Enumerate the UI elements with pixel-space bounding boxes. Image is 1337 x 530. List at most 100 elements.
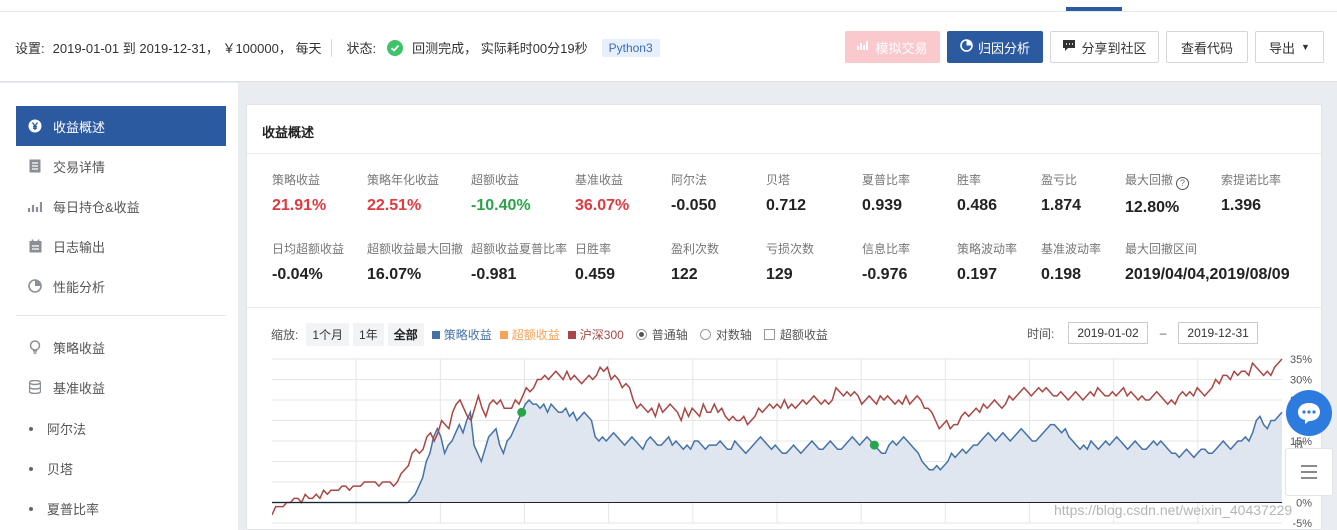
watermark-text: https://blog.csdn.net/weixin_40437229: [1054, 502, 1293, 518]
stat-label: 策略收益: [272, 173, 321, 187]
top-bar: 设置: 2019-01-01 到 2019-12-31， ￥100000， 每天…: [0, 0, 1337, 82]
sidebar-divider: [16, 315, 226, 316]
log-axis-radio[interactable]: [699, 329, 711, 340]
stat-value: 0.712: [766, 197, 807, 214]
stat-benchmark-return: 基准收益 36.07%: [575, 171, 629, 215]
sidebar-item-benchmark-return[interactable]: 基准收益: [16, 367, 226, 407]
sidebar-item-daily-positions[interactable]: 每日持仓&收益: [16, 186, 226, 226]
sidebar-item-strategy-return[interactable]: 策略收益: [16, 327, 226, 367]
excess-return-checkbox[interactable]: [763, 329, 775, 340]
sidebar-subitem-sharpe[interactable]: 夏普比率: [29, 499, 99, 518]
settings-label: 设置:: [15, 41, 45, 56]
end-date-input[interactable]: 2019-12-31: [1178, 322, 1258, 344]
bullet-icon: [29, 466, 33, 471]
simulate-trading-button[interactable]: 模拟交易: [845, 31, 940, 63]
stat-label: 超额收益夏普比率: [471, 242, 568, 256]
stat-value: 129: [766, 266, 793, 283]
list-menu-float-button[interactable]: [1285, 448, 1333, 496]
sidebar-item-label: 交易详情: [53, 159, 106, 175]
sidebar-item-trade-details[interactable]: 交易详情: [16, 146, 226, 186]
drawdown-marker: [869, 440, 879, 450]
stat-beta: 贝塔 0.712: [766, 171, 806, 215]
stat-strategy-volatility: 策略波动率 0.197: [957, 240, 1017, 284]
stat-label: 最大回撤区间: [1125, 242, 1198, 256]
stat-sharpe: 夏普比率 0.939: [862, 171, 910, 215]
drawdown-marker: [517, 407, 527, 417]
stat-win-rate: 胜率 0.486: [957, 171, 997, 215]
zoom-label: 缩放:: [271, 328, 299, 342]
simulate-label: 模拟交易: [875, 40, 928, 56]
document-icon: [28, 159, 42, 173]
bar-chart-icon: [28, 199, 42, 213]
stats-divider: [247, 307, 1321, 308]
zoom-1-month-button[interactable]: 1个月: [306, 323, 350, 346]
start-date-input[interactable]: 2019-01-02: [1068, 322, 1148, 344]
menu-line: [1301, 465, 1317, 467]
zoom-1-year-button[interactable]: 1年: [353, 323, 384, 346]
status-value: 回测完成， 实际耗时00分19秒: [412, 41, 588, 56]
legend-hs300[interactable]: 沪深300: [567, 326, 624, 343]
sidebar-subitem-alpha[interactable]: 阿尔法: [29, 419, 86, 438]
stat-value: 122: [671, 266, 698, 283]
attribution-analysis-button[interactable]: 归因分析: [947, 31, 1043, 63]
stat-daily-win-rate: 日胜率 0.459: [575, 240, 615, 284]
stat-loss-count: 亏损次数 129: [766, 240, 814, 284]
sidebar-subitem-beta[interactable]: 贝塔: [29, 459, 73, 478]
view-code-button[interactable]: 查看代码: [1166, 31, 1248, 63]
stat-value: 0.486: [957, 197, 998, 214]
stat-value: 36.07%: [575, 197, 630, 214]
attribution-label: 归因分析: [977, 40, 1030, 56]
zoom-all-button[interactable]: 全部: [387, 323, 424, 346]
stat-win-count: 盈利次数 122: [671, 240, 719, 284]
settings-separator: [331, 38, 333, 57]
normal-axis-radio[interactable]: [635, 329, 647, 340]
pie-chart-icon: [960, 39, 973, 55]
legend-swatch: [567, 330, 576, 339]
stat-value: 1.874: [1041, 197, 1082, 214]
stat-value: -0.04%: [272, 266, 323, 283]
legend-label: 沪深300: [579, 328, 624, 342]
stat-label: 日胜率: [575, 242, 612, 256]
help-icon[interactable]: ?: [1176, 176, 1190, 190]
bullet-icon: [29, 426, 33, 431]
check-icon: [387, 39, 404, 56]
sidebar-item-performance[interactable]: 性能分析: [16, 266, 226, 306]
stat-value: 0.197: [957, 266, 998, 283]
stat-value: 1.396: [1221, 197, 1262, 214]
share-to-community-button[interactable]: 分享到社区: [1050, 31, 1159, 63]
stat-label: 超额收益: [471, 173, 520, 187]
stat-excess-max-drawdown: 超额收益最大回撤 16.07%: [367, 240, 463, 284]
sidebar-item-log-output[interactable]: 日志输出: [16, 226, 226, 266]
active-tab-indicator: [1066, 7, 1122, 11]
sidebar-item-label: 每日持仓&收益: [53, 199, 140, 215]
stat-strategy-return: 策略收益 21.91%: [272, 171, 326, 215]
share-label: 分享到社区: [1081, 40, 1147, 56]
legend-excess[interactable]: 超额收益: [499, 326, 560, 343]
stat-value: 22.51%: [367, 197, 422, 214]
stat-label: 阿尔法: [671, 173, 708, 187]
normal-axis-label: 普通轴: [651, 328, 688, 342]
top-divider: [0, 11, 1337, 12]
y-tick-label: 0%: [1296, 498, 1312, 510]
menu-line: [1301, 471, 1317, 473]
settings-value: 2019-01-01 到 2019-12-31， ￥100000， 每天: [52, 41, 322, 56]
stat-excess-sharpe: 超额收益夏普比率 -0.981: [471, 240, 567, 284]
panel-divider: [247, 153, 1321, 154]
stat-value: -10.40%: [471, 197, 531, 214]
y-tick-label: 35%: [1290, 354, 1312, 366]
stat-max-drawdown: 最大回撤? 12.80%: [1125, 171, 1190, 217]
stat-label: 基准收益: [575, 173, 624, 187]
export-dropdown-button[interactable]: 导出 ▼: [1255, 31, 1324, 63]
chat-float-button[interactable]: [1286, 390, 1332, 436]
sidebar: 收益概述 交易详情 每日持仓&收益 日志输出 性能分析 策略收益 基准收益 阿尔…: [0, 83, 238, 530]
comment-icon: [1062, 39, 1076, 55]
stat-excess-return: 超额收益 -10.40%: [471, 171, 531, 215]
pie-icon: [28, 279, 42, 293]
stat-value: -0.981: [471, 266, 517, 283]
panel-title: 收益概述: [262, 125, 315, 140]
sidebar-item-overview[interactable]: 收益概述: [16, 106, 226, 146]
sidebar-subitem-label: 阿尔法: [47, 422, 87, 437]
stat-value: -0.050: [671, 197, 717, 214]
legend-strategy[interactable]: 策略收益: [431, 326, 492, 343]
bulb-icon: [28, 340, 42, 354]
